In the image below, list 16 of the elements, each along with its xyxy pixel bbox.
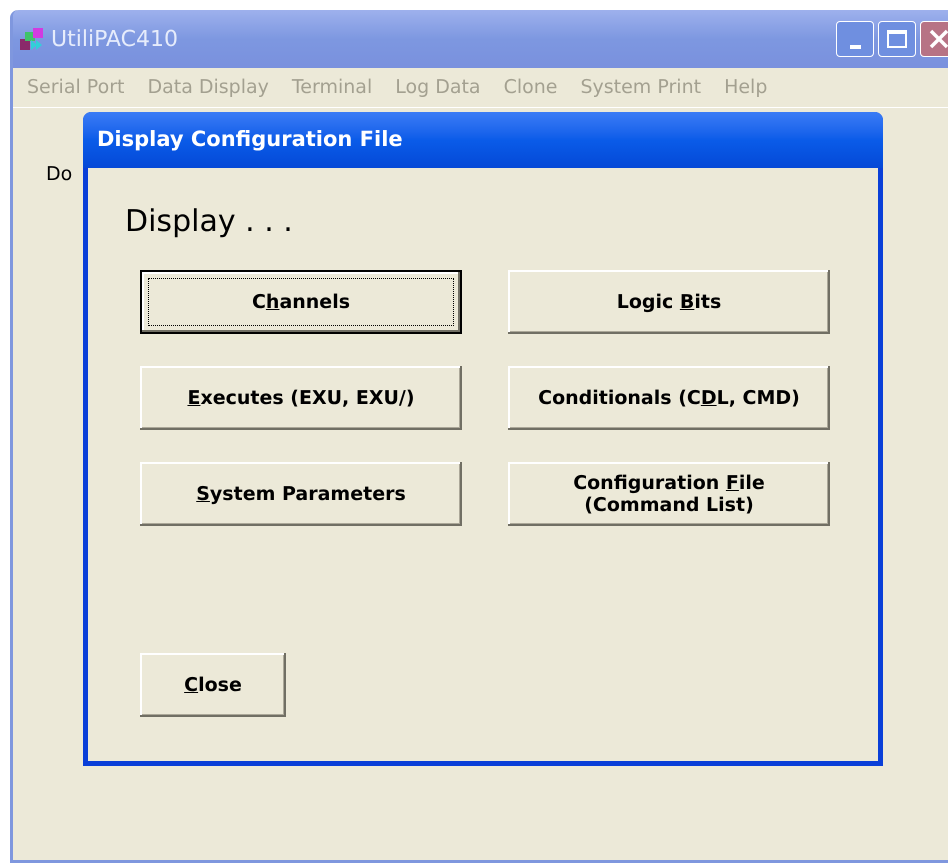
dialog-title: Display Configuration File <box>97 126 403 154</box>
close-icon <box>928 28 948 50</box>
dialog-button[interactable]: Executes (EXU, EXU/) <box>140 366 462 430</box>
dialog-button[interactable]: System Parameters <box>140 462 462 526</box>
dialog-button[interactable]: Configuration File (Command List) <box>508 462 830 526</box>
minimize-button[interactable] <box>836 21 874 57</box>
window-title: UtiliPAC410 <box>51 26 178 54</box>
dialog-button[interactable]: Logic Bits <box>508 270 830 334</box>
close-button[interactable] <box>920 21 948 57</box>
dialog-button[interactable]: Channels <box>140 270 462 334</box>
dialog-button[interactable]: Conditionals (CDL, CMD) <box>508 366 830 430</box>
dialog-heading: Display . . . <box>125 204 294 240</box>
app-logo-icon <box>19 26 45 52</box>
field-label: Do <box>46 162 72 187</box>
maximize-button[interactable] <box>878 21 916 57</box>
dialog-button[interactable]: Close <box>140 653 286 717</box>
